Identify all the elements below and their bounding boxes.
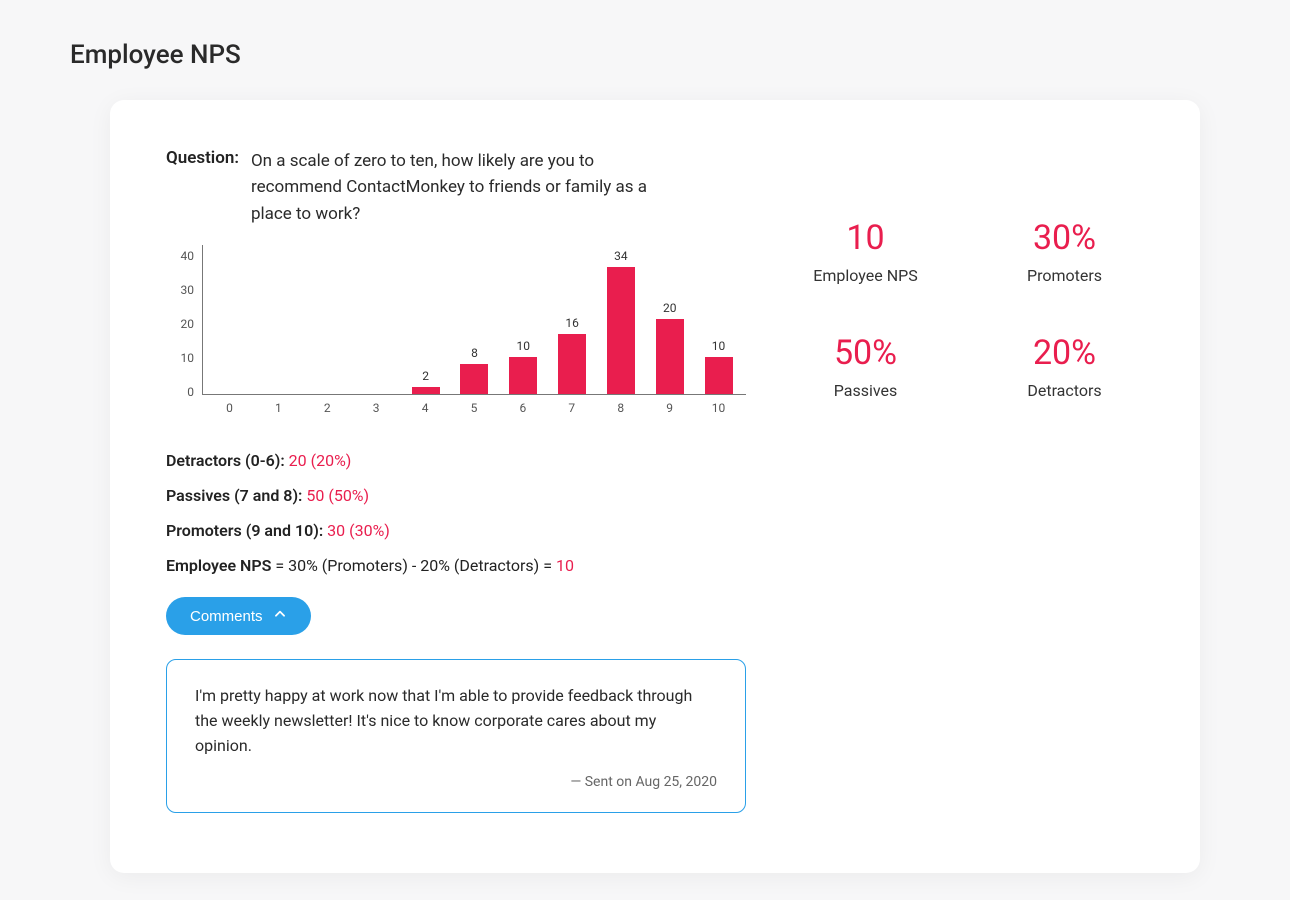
question-label: Question: (166, 148, 239, 227)
metric-detractors: 20% Detractors (985, 333, 1144, 400)
bar (656, 319, 684, 394)
bar (705, 357, 733, 395)
y-tick: 20 (166, 317, 194, 331)
passives-value: 50 (50%) (306, 486, 369, 505)
metric-detractors-label: Detractors (985, 381, 1144, 400)
nps-formula-line: Employee NPS = 30% (Promoters) - 20% (De… (166, 556, 746, 575)
y-tick: 40 (166, 249, 194, 263)
y-tick: 10 (166, 351, 194, 365)
y-tick: 30 (166, 283, 194, 297)
bar-value-label: 20 (663, 301, 677, 315)
bar (460, 364, 488, 394)
metric-promoters-label: Promoters (985, 266, 1144, 285)
bar-value-label: 10 (712, 339, 726, 353)
detractors-label: Detractors (0-6): (166, 451, 285, 470)
nps-formula-result: 10 (556, 556, 574, 575)
promoters-label: Promoters (9 and 10): (166, 521, 323, 540)
metric-promoters: 30% Promoters (985, 218, 1144, 285)
bar (607, 267, 635, 395)
x-tick: 2 (310, 401, 345, 415)
bar-value-label: 2 (422, 369, 429, 383)
right-column: 10 Employee NPS 30% Promoters 50% Passiv… (786, 148, 1144, 813)
bar-value-label: 8 (471, 346, 478, 360)
x-axis: 0123456789 10 (202, 395, 746, 415)
metric-nps-value: 10 (786, 218, 945, 258)
comment-date: Aug 25, 2020 (635, 774, 717, 790)
bar (558, 334, 586, 394)
bar (412, 387, 440, 395)
question-row: Question: On a scale of zero to ten, how… (166, 148, 746, 227)
comment-box: I'm pretty happy at work now that I'm ab… (166, 659, 746, 813)
metric-passives-label: Passives (786, 381, 945, 400)
metric-passives: 50% Passives (786, 333, 945, 400)
y-tick: 0 (166, 385, 194, 399)
metric-promoters-value: 30% (985, 218, 1144, 258)
metric-passives-value: 50% (786, 333, 945, 373)
x-tick: 5 (457, 401, 492, 415)
x-tick: 10 (701, 401, 736, 415)
metric-detractors-value: 20% (985, 333, 1144, 373)
comment-meta-prefix: — Sent on (570, 774, 635, 790)
nps-formula-mid: = 30% (Promoters) - 20% (Detractors) = (271, 556, 556, 575)
detractors-line: Detractors (0-6): 20 (20%) (166, 451, 746, 470)
bar-value-label: 34 (614, 249, 628, 263)
x-tick: 4 (408, 401, 443, 415)
x-tick: 6 (505, 401, 540, 415)
metric-nps: 10 Employee NPS (786, 218, 945, 285)
bar-value-label: 16 (565, 316, 579, 330)
promoters-line: Promoters (9 and 10): 30 (30%) (166, 521, 746, 540)
x-tick: 3 (359, 401, 394, 415)
left-column: Question: On a scale of zero to ten, how… (166, 148, 746, 813)
comments-button-label: Comments (190, 608, 263, 625)
x-tick: 9 (652, 401, 687, 415)
question-text: On a scale of zero to ten, how likely ar… (251, 148, 661, 227)
comment-meta: — Sent on Aug 25, 2020 (195, 772, 717, 794)
passives-label: Passives (7 and 8): (166, 486, 302, 505)
x-tick: 7 (554, 401, 589, 415)
y-axis: 40 30 20 10 0 (166, 249, 194, 399)
page-title: Employee NPS (70, 40, 1220, 70)
x-tick: 0 (212, 401, 247, 415)
x-tick: 1 (261, 401, 296, 415)
metric-nps-label: Employee NPS (786, 266, 945, 285)
bar (509, 357, 537, 395)
chart-plot: 281016342010 012345678910 (202, 245, 746, 425)
nps-bar-chart: 403020100 281016342010 012345678910 (166, 245, 746, 425)
chevron-up-icon (273, 607, 287, 625)
nps-card: Question: On a scale of zero to ten, how… (110, 100, 1200, 873)
detractors-value: 20 (20%) (289, 451, 352, 470)
promoters-value: 30 (30%) (327, 521, 390, 540)
comments-toggle-button[interactable]: Comments (166, 597, 311, 635)
metrics-grid: 10 Employee NPS 30% Promoters 50% Passiv… (786, 218, 1144, 400)
comment-text: I'm pretty happy at work now that I'm ab… (195, 684, 717, 758)
passives-line: Passives (7 and 8): 50 (50%) (166, 486, 746, 505)
chart-bars: 2 8 10 16 34 20 10 (202, 245, 746, 395)
nps-formula-lhs: Employee NPS (166, 556, 271, 575)
x-tick: 8 (603, 401, 638, 415)
bar-value-label: 10 (517, 339, 531, 353)
